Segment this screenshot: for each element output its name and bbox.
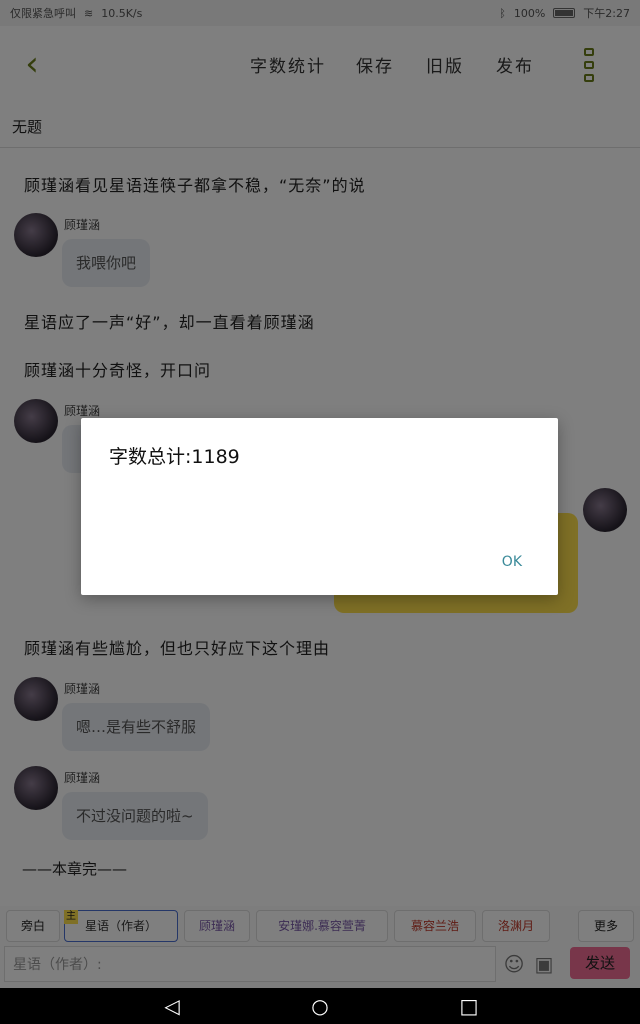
system-nav-bar: ◁ ○ □ bbox=[0, 988, 640, 1024]
nav-recents-icon[interactable]: □ bbox=[457, 994, 481, 1018]
dialog-message: 字数总计:1189 bbox=[109, 446, 240, 468]
word-count-dialog: 字数总计:1189 OK bbox=[81, 418, 558, 595]
ok-button[interactable]: OK bbox=[502, 554, 522, 570]
nav-back-icon[interactable]: ◁ bbox=[160, 994, 184, 1018]
nav-home-icon[interactable]: ○ bbox=[308, 994, 332, 1018]
